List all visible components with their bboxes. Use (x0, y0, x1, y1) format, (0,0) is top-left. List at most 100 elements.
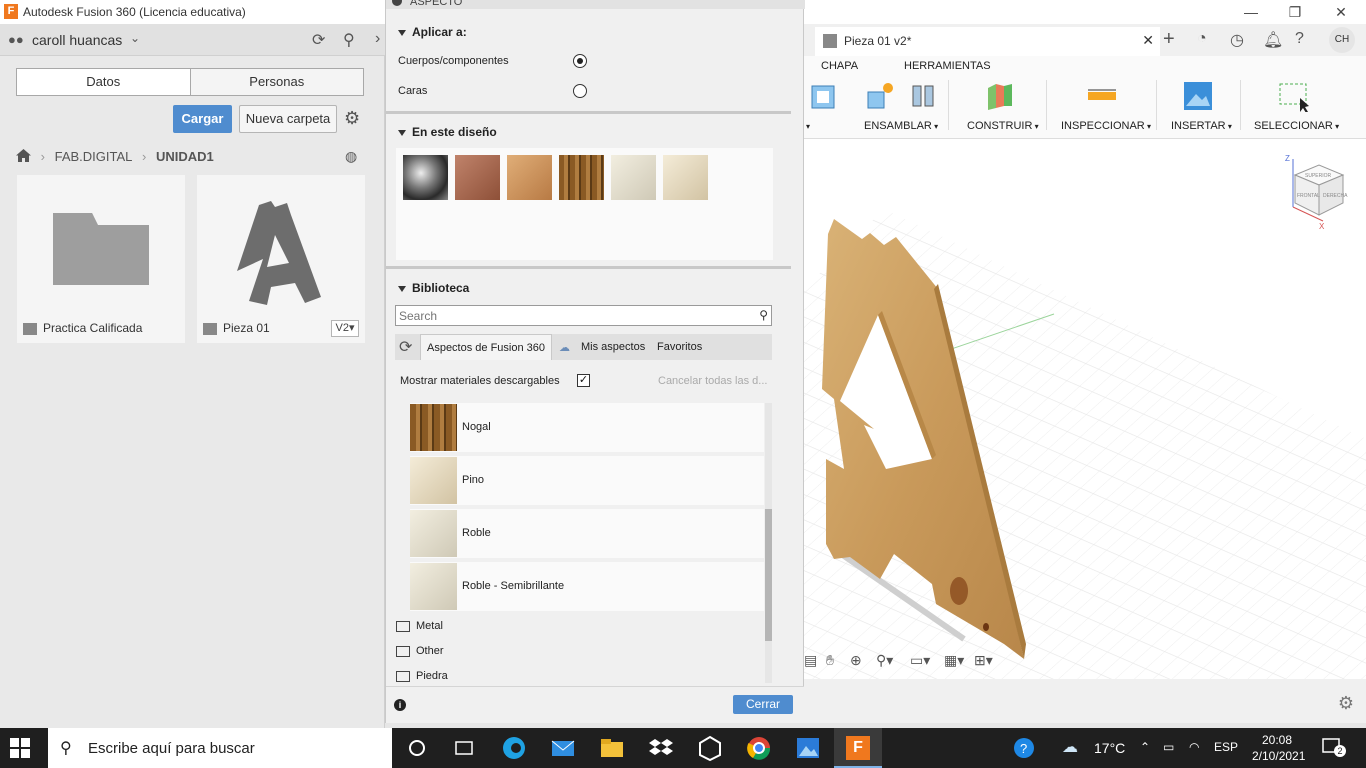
section-apply-to[interactable]: Aplicar a: (398, 25, 467, 39)
grid-settings-icon[interactable]: ▦▾ (944, 652, 964, 669)
job-status-icon[interactable]: ◷ (1230, 30, 1244, 50)
viewcube-right-face[interactable]: DERECHA (1323, 193, 1348, 199)
viewcube-left-face[interactable]: FRONTAL (1297, 193, 1320, 199)
close-panel-icon[interactable]: › (375, 30, 380, 48)
joint-icon[interactable] (907, 80, 939, 112)
gear-icon[interactable]: ⚙ (1338, 693, 1354, 714)
list-item[interactable]: Nogal (410, 403, 764, 452)
insertar-dropdown[interactable]: INSERTAR (1171, 120, 1232, 132)
temperature[interactable]: 17°C (1094, 740, 1125, 756)
windows-start-icon[interactable] (10, 738, 30, 758)
zoom-fit-icon[interactable]: ⊕ (850, 652, 862, 669)
close-dialog-button[interactable]: Cerrar (733, 695, 793, 714)
close-window-button[interactable]: ✕ (1318, 2, 1364, 22)
scrollbar-thumb[interactable] (765, 509, 772, 641)
new-tab-icon[interactable]: + (1163, 28, 1175, 51)
measure-icon[interactable] (1086, 80, 1118, 112)
close-tab-icon[interactable]: ✕ (1142, 32, 1154, 49)
search-icon[interactable]: ⚲ (343, 30, 355, 50)
folder-tile[interactable]: Practica Calificada (17, 175, 185, 343)
construir-dropdown[interactable]: CONSTRUIR (967, 120, 1039, 132)
chrome-icon[interactable] (745, 734, 773, 762)
display-settings-icon[interactable]: ▭▾ (910, 652, 930, 669)
view-cube[interactable]: Z X SUPERIOR FRONTAL DERECHA (1281, 153, 1351, 233)
breadcrumb-item[interactable]: FAB.DIGITAL (55, 149, 133, 164)
new-folder-button[interactable]: Nueva carpeta (239, 105, 337, 133)
pan-hand-icon[interactable]: ✋︎ (826, 652, 834, 669)
avatar[interactable]: CH (1329, 27, 1355, 53)
taskbar-search[interactable]: ⚲ Escribe aquí para buscar (48, 728, 392, 768)
radio-bodies[interactable] (573, 54, 587, 68)
cortana-icon[interactable] (403, 734, 431, 762)
battery-icon[interactable]: ▭ (1163, 740, 1174, 754)
list-item[interactable]: Roble (410, 509, 764, 558)
tab-datos[interactable]: Datos (17, 69, 190, 95)
user-name[interactable]: caroll huancas (32, 32, 122, 48)
tab-personas[interactable]: Personas (189, 69, 364, 95)
weather-cloud-icon[interactable]: ☁ (1062, 737, 1078, 757)
chevron-down-icon[interactable]: ⌄ (130, 31, 140, 45)
wifi-icon[interactable]: ◠ (1189, 740, 1199, 754)
search-input[interactable] (396, 306, 752, 325)
swatch-walnut[interactable] (559, 155, 604, 200)
section-library[interactable]: Biblioteca (398, 281, 469, 295)
swatch-pine[interactable] (663, 155, 708, 200)
list-scrollbar[interactable] (765, 403, 772, 683)
clock[interactable]: 20:08 2/10/2021 (1252, 732, 1305, 764)
construct-plane-icon[interactable] (984, 80, 1016, 112)
select-window-icon[interactable] (1278, 80, 1310, 112)
task-view-icon[interactable] (450, 734, 478, 762)
notification-center-icon[interactable]: 2 (1322, 737, 1346, 757)
upload-button[interactable]: Cargar (173, 105, 232, 133)
zoom-icon[interactable]: ⚲▾ (876, 652, 893, 669)
tray-expand-icon[interactable]: ⌃ (1140, 740, 1150, 754)
show-downloadable-checkbox[interactable]: ✓ (577, 374, 590, 387)
swatch-cherry[interactable] (455, 155, 500, 200)
swatch-light-wood[interactable] (507, 155, 552, 200)
version-dropdown[interactable]: V2▾ (331, 320, 359, 337)
library-folder[interactable]: Piedra (396, 670, 448, 682)
minimize-button[interactable]: — (1228, 2, 1274, 22)
library-folder[interactable]: Metal (396, 620, 443, 632)
tab-favorites[interactable]: Favoritos (657, 334, 702, 360)
restore-button[interactable]: ❐ (1272, 2, 1318, 22)
orbit-icon[interactable]: ▤ (804, 652, 817, 669)
dialog-collapse-icon[interactable] (392, 0, 402, 6)
seleccionar-dropdown[interactable]: SELECCIONAR (1254, 120, 1339, 132)
settings-gear-icon[interactable]: ⚙ (344, 108, 360, 129)
viewcube-top-face[interactable]: SUPERIOR (1305, 173, 1332, 179)
list-item[interactable]: Pino (410, 456, 764, 505)
app-icon[interactable] (696, 734, 724, 762)
new-component-icon[interactable] (864, 80, 896, 112)
inspeccionar-dropdown[interactable]: INSPECCIONAR (1061, 120, 1151, 132)
tab-herramientas[interactable]: HERRAMIENTAS (904, 60, 991, 72)
document-tab[interactable]: Pieza 01 v2* ✕ (815, 27, 1160, 56)
edge-icon[interactable] (500, 734, 528, 762)
design-tile[interactable]: Pieza 01 V2▾ (197, 175, 365, 343)
viewports-icon[interactable]: ⊞▾ (974, 652, 993, 669)
extensions-icon[interactable]: ◔ (1197, 30, 1207, 48)
section-in-design[interactable]: En este diseño (398, 125, 497, 139)
globe-icon[interactable]: ◍ (345, 148, 357, 165)
dropbox-icon[interactable] (647, 734, 675, 762)
tab-my-appearances[interactable]: Mis aspectos (581, 334, 645, 360)
mail-icon[interactable] (549, 734, 577, 762)
list-item[interactable]: Roble - Semibrillante (410, 562, 764, 611)
swatch-chrome[interactable] (403, 155, 448, 200)
search-icon[interactable]: ⚲ (759, 308, 768, 322)
radio-faces[interactable] (573, 84, 587, 98)
fusion-taskbar-item[interactable]: F (834, 728, 882, 768)
refresh-icon[interactable]: ⟳ (312, 30, 325, 50)
insert-image-icon[interactable] (1182, 80, 1214, 112)
photos-icon[interactable] (794, 734, 822, 762)
help-icon[interactable]: ? (1295, 30, 1304, 48)
info-icon[interactable]: i (394, 699, 406, 711)
file-explorer-icon[interactable] (598, 734, 626, 762)
ensamblar-dropdown[interactable]: ENSAMBLAR (864, 120, 938, 132)
language-indicator[interactable]: ESP (1214, 740, 1238, 754)
create-dropdown[interactable] (806, 120, 810, 132)
tab-chapa[interactable]: CHAPA (821, 60, 858, 72)
create-box-icon[interactable] (808, 80, 840, 112)
tab-fusion-appearances[interactable]: Aspectos de Fusion 360 (420, 334, 552, 360)
library-folder[interactable]: Other (396, 645, 444, 657)
